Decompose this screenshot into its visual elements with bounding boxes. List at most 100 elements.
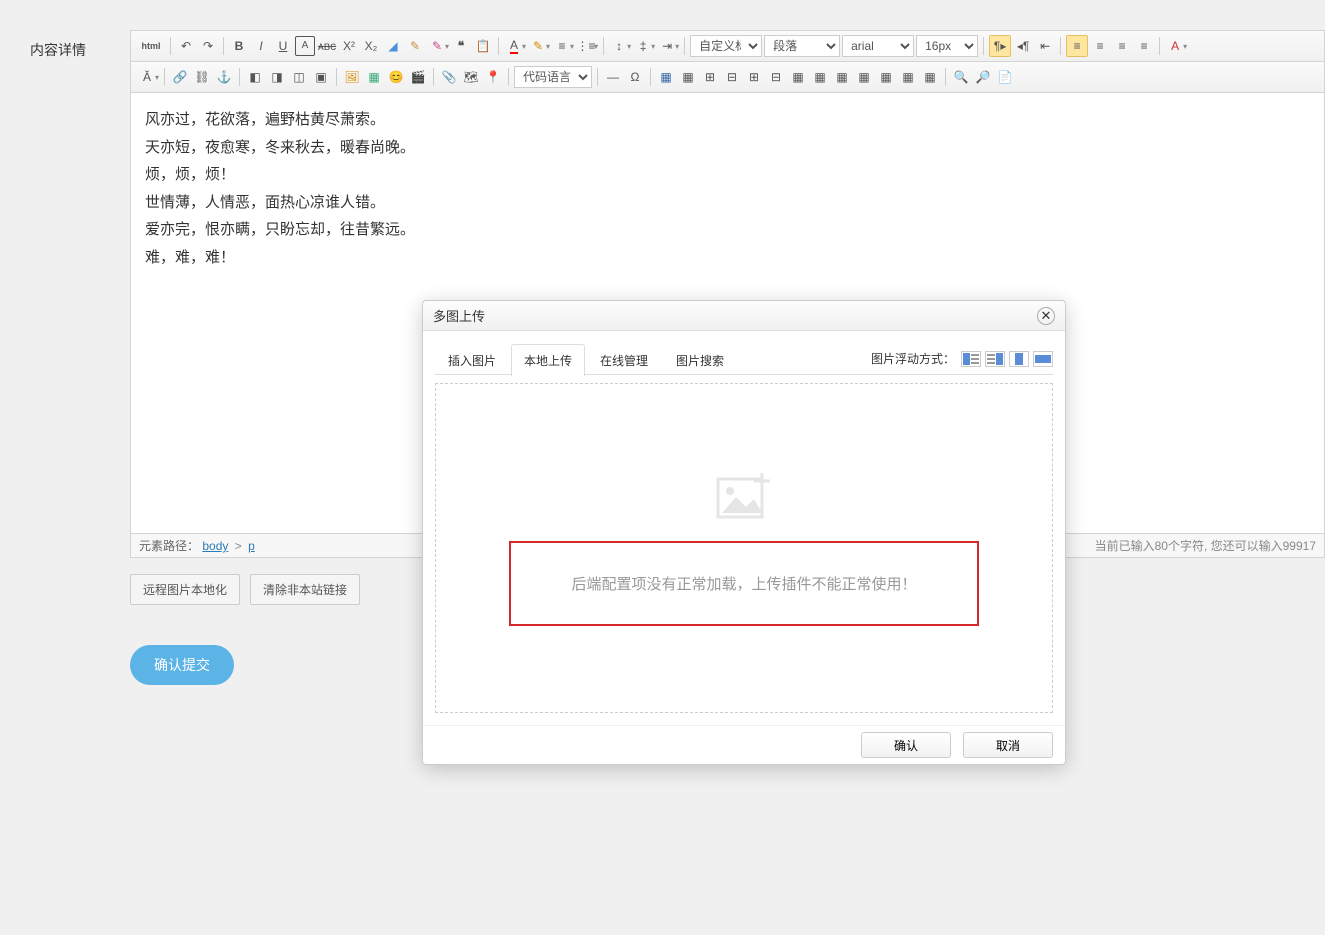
ordered-list-button[interactable]: ≡▾ xyxy=(552,36,574,56)
superscript-button[interactable]: X² xyxy=(339,36,359,56)
blockquote-button[interactable]: ❝ xyxy=(451,36,471,56)
content-line: 世情薄，人情恶，面热心凉谁人错。 xyxy=(145,190,1310,216)
separator xyxy=(433,68,434,86)
float-none-icon[interactable] xyxy=(1033,351,1053,367)
gmap-button[interactable]: 📍 xyxy=(483,67,503,87)
toolbar-row-1: html ↶ ↷ B I U A ᴀʙᴄ X² X₂ ◢ ✎ ✎▾ ❝ 📋 A▾… xyxy=(131,31,1324,62)
img-none-button[interactable]: ▣ xyxy=(311,67,331,87)
print-button[interactable]: 📄 xyxy=(995,67,1015,87)
delete-col-button[interactable]: ⊟ xyxy=(766,67,786,87)
unordered-list-button[interactable]: ⋮≡▾ xyxy=(576,36,598,56)
close-icon[interactable]: ✕ xyxy=(1037,307,1055,325)
redo-button[interactable]: ↷ xyxy=(198,36,218,56)
unlink-button[interactable]: ⛓ xyxy=(192,67,212,87)
align-justify-button[interactable]: ≡ xyxy=(1134,36,1154,56)
font-variant-button[interactable]: Ă▾ xyxy=(137,67,159,87)
img-center-button[interactable]: ◫ xyxy=(289,67,309,87)
dialog-ok-button[interactable]: 确认 xyxy=(861,732,951,758)
separator xyxy=(597,68,598,86)
content-line: 爱亦完，恨亦瞒，只盼忘却，往昔繁远。 xyxy=(145,217,1310,243)
style-dropdown[interactable]: ✎▾ xyxy=(427,36,449,56)
table-form-button[interactable]: ▦ xyxy=(920,67,940,87)
heading-select[interactable]: 自定义标题 xyxy=(690,35,762,57)
content-line: 烦，烦，烦！ xyxy=(145,162,1310,188)
tab-online-manage[interactable]: 在线管理 xyxy=(587,344,661,376)
content-line: 难，难，难！ xyxy=(145,245,1310,271)
italic-button[interactable]: I xyxy=(251,36,271,56)
paste-plain-button[interactable]: 📋 xyxy=(473,36,493,56)
anchor-button[interactable]: ⚓ xyxy=(214,67,234,87)
tab-local-upload[interactable]: 本地上传 xyxy=(511,344,585,376)
align-right-button[interactable]: ≡ xyxy=(1112,36,1132,56)
strikethrough-button[interactable]: ᴀʙᴄ xyxy=(317,36,337,56)
dialog-cancel-button[interactable]: 取消 xyxy=(963,732,1053,758)
code-lang-select[interactable]: 代码语言 xyxy=(514,66,592,88)
field-label: 内容详情 xyxy=(30,30,130,60)
extra-dropdown[interactable]: A▾ xyxy=(1165,36,1187,56)
upload-dropzone[interactable]: 后端配置项没有正常加载，上传插件不能正常使用！ xyxy=(435,383,1053,713)
hr-button[interactable]: — xyxy=(603,67,623,87)
subscript-button[interactable]: X₂ xyxy=(361,36,381,56)
indent-button[interactable]: ⇥▾ xyxy=(657,36,679,56)
separator xyxy=(164,68,165,86)
attachment-button[interactable]: 📎 xyxy=(439,67,459,87)
special-char-button[interactable]: Ω xyxy=(625,67,645,87)
split-rows-button[interactable]: ▦ xyxy=(876,67,896,87)
search-replace-button[interactable]: 🔎 xyxy=(973,67,993,87)
insert-table-button[interactable]: ▦ xyxy=(656,67,676,87)
img-right-button[interactable]: ◨ xyxy=(267,67,287,87)
float-right-icon[interactable] xyxy=(985,351,1005,367)
fontborder-button[interactable]: A xyxy=(295,36,315,56)
clear-external-links-button[interactable]: 清除非本站链接 xyxy=(250,574,360,605)
undo-button[interactable]: ↶ xyxy=(176,36,196,56)
line-height-button[interactable]: ‡▾ xyxy=(633,36,655,56)
insert-row-button[interactable]: ⊞ xyxy=(700,67,720,87)
forecolor-button[interactable]: A▾ xyxy=(504,36,526,56)
split-cols-button[interactable]: ▦ xyxy=(898,67,918,87)
merge-down-button[interactable]: ▦ xyxy=(832,67,852,87)
outdent-button[interactable]: ⇤ xyxy=(1035,36,1055,56)
format-brush-icon[interactable]: ✎ xyxy=(405,36,425,56)
link-button[interactable]: 🔗 xyxy=(170,67,190,87)
separator xyxy=(498,37,499,55)
float-left-icon[interactable] xyxy=(961,351,981,367)
map-button[interactable]: 🗺 xyxy=(461,67,481,87)
emoji-button[interactable]: 😊 xyxy=(386,67,406,87)
path-p-link[interactable]: p xyxy=(248,539,255,553)
toolbar-row-2: Ă▾ 🔗 ⛓ ⚓ ◧ ◨ ◫ ▣ 🖼 ▦ 😊 🎬 📎 🗺 📍 代码语言 — Ω xyxy=(131,62,1324,93)
dialog-titlebar[interactable]: 多图上传 ✕ xyxy=(423,301,1065,331)
backcolor-button[interactable]: ✎▾ xyxy=(528,36,550,56)
video-button[interactable]: 🎬 xyxy=(408,67,428,87)
separator xyxy=(223,37,224,55)
merge-right-button[interactable]: ▦ xyxy=(810,67,830,87)
source-html-button[interactable]: html xyxy=(137,36,165,56)
align-left-button[interactable]: ≡ xyxy=(1066,35,1088,57)
insert-col-button[interactable]: ⊞ xyxy=(744,67,764,87)
upload-error-message: 后端配置项没有正常加载，上传插件不能正常使用！ xyxy=(509,541,979,626)
eraser-blue-icon[interactable]: ◢ xyxy=(383,36,403,56)
preview-button[interactable]: 🔍 xyxy=(951,67,971,87)
merge-cells-button[interactable]: ▦ xyxy=(788,67,808,87)
submit-button[interactable]: 确认提交 xyxy=(130,645,234,685)
tab-insert-image[interactable]: 插入图片 xyxy=(435,344,509,376)
path-body-link[interactable]: body xyxy=(202,539,228,553)
delete-row-button[interactable]: ⊟ xyxy=(722,67,742,87)
tab-image-search[interactable]: 图片搜索 xyxy=(663,344,737,376)
dir-ltr-button[interactable]: ¶▸ xyxy=(989,35,1011,57)
font-size-select[interactable]: 16px xyxy=(916,35,978,57)
insert-image-button[interactable]: 🖼 xyxy=(342,67,362,87)
align-center-button[interactable]: ≡ xyxy=(1090,36,1110,56)
font-family-select[interactable]: arial xyxy=(842,35,914,57)
img-left-button[interactable]: ◧ xyxy=(245,67,265,87)
dir-rtl-button[interactable]: ◂¶ xyxy=(1013,36,1033,56)
float-center-icon[interactable] xyxy=(1009,351,1029,367)
localize-remote-images-button[interactable]: 远程图片本地化 xyxy=(130,574,240,605)
separator xyxy=(684,37,685,55)
underline-button[interactable]: U xyxy=(273,36,293,56)
delete-table-button[interactable]: ▦ xyxy=(678,67,698,87)
bold-button[interactable]: B xyxy=(229,36,249,56)
paragraph-select[interactable]: 段落 xyxy=(764,35,840,57)
text-dir-button[interactable]: ↕▾ xyxy=(609,36,631,56)
multi-image-button[interactable]: ▦ xyxy=(364,67,384,87)
split-cells-button[interactable]: ▦ xyxy=(854,67,874,87)
